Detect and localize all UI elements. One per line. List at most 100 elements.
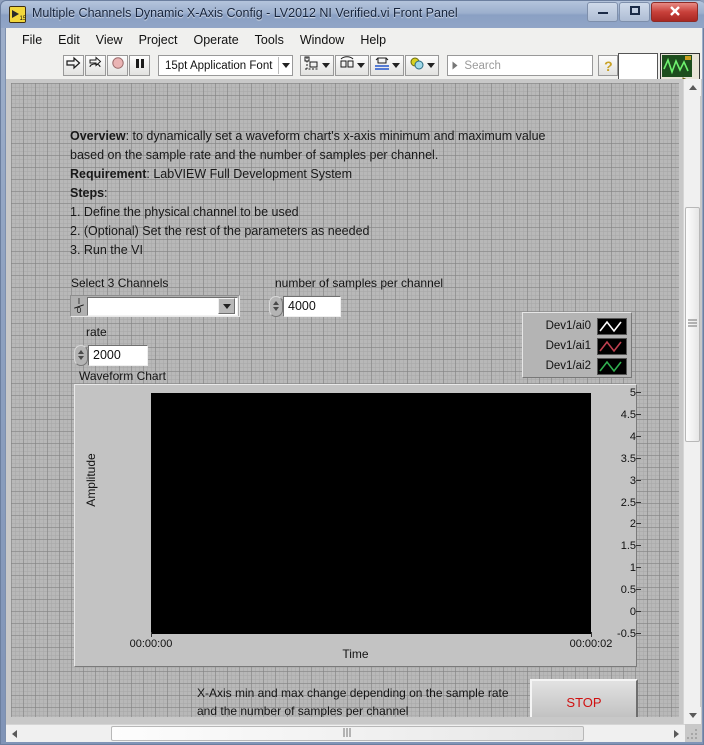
legend-plot-name: Dev1/ai0: [545, 320, 591, 332]
chevron-down-icon: [222, 303, 231, 309]
menu-item-operate[interactable]: Operate: [185, 30, 246, 50]
resize-objects-button[interactable]: [370, 55, 405, 76]
legend-plot-swatch[interactable]: [597, 317, 627, 335]
chevron-down-icon: [357, 63, 366, 68]
pause-icon: [134, 57, 146, 75]
font-selector[interactable]: 15pt Application Font: [158, 55, 294, 76]
horizontal-scrollbar-thumb[interactable]: [111, 726, 584, 741]
menu-item-tools[interactable]: Tools: [247, 30, 292, 50]
waveform-chart-label: Waveform Chart: [79, 369, 166, 383]
legend-plot-swatch[interactable]: [597, 337, 627, 355]
rate-label-text: rate: [86, 325, 107, 339]
context-help-button[interactable]: ?: [598, 55, 619, 76]
resize-grip[interactable]: [685, 727, 699, 741]
requirement-label: Requirement: [70, 167, 147, 181]
samples-input[interactable]: 4000: [283, 295, 341, 317]
close-icon: [668, 5, 682, 20]
y-tick-text: 4: [629, 430, 636, 443]
physical-channels-input[interactable]: [87, 296, 238, 316]
rate-control[interactable]: 2000: [74, 344, 148, 366]
y-tick-text: 2.5: [620, 496, 636, 509]
rate-input[interactable]: 2000: [88, 344, 148, 366]
footnote-text: X-Axis min and max change depending on t…: [197, 684, 509, 717]
scroll-up-arrow-icon: [688, 85, 697, 90]
overview-label: Overview: [70, 129, 126, 143]
samples-value: 4000: [288, 299, 316, 313]
close-button[interactable]: [651, 2, 698, 22]
horizontal-scrollbar[interactable]: [6, 724, 685, 742]
scroll-right-arrow-icon: [674, 729, 679, 738]
y-tick-mark: [636, 567, 641, 569]
maximize-button[interactable]: [619, 2, 650, 22]
stop-button[interactable]: STOP: [530, 679, 638, 717]
y-tick-text: 3: [629, 474, 636, 487]
front-panel[interactable]: Overview: to dynamically set a waveform …: [11, 83, 679, 717]
stop-button-label: STOP: [566, 694, 602, 710]
scroll-up-button[interactable]: [684, 79, 701, 96]
physical-channels-dropdown-button[interactable]: [218, 298, 235, 314]
stepper-down-icon[interactable]: [78, 356, 84, 360]
run-continuously-button[interactable]: [85, 55, 106, 76]
minimize-button[interactable]: [587, 2, 618, 22]
y-tick-mark: [636, 545, 641, 547]
legend-row[interactable]: Dev1/ai0: [527, 316, 627, 336]
reorder-objects-button[interactable]: [405, 55, 440, 76]
pause-button[interactable]: [129, 55, 150, 76]
menu-item-help[interactable]: Help: [352, 30, 394, 50]
search-input[interactable]: [459, 58, 621, 73]
scroll-left-arrow-icon: [12, 729, 17, 738]
resize-objects-icon: [374, 56, 390, 76]
svg-text:15: 15: [20, 16, 26, 22]
run-button[interactable]: [63, 55, 84, 76]
menu-item-file[interactable]: File: [14, 30, 50, 50]
legend-row[interactable]: Dev1/ai1: [527, 336, 627, 356]
search-scope-icon[interactable]: [452, 61, 458, 70]
legend-plot-swatch[interactable]: [597, 357, 627, 375]
y-tick-mark: [636, 611, 641, 613]
scroll-right-button[interactable]: [668, 725, 685, 742]
vertical-scrollbar-thumb[interactable]: [685, 207, 700, 442]
menu-item-edit[interactable]: Edit: [50, 30, 88, 50]
distribute-objects-button[interactable]: [335, 55, 370, 76]
scrollbar-grip-icon: [343, 728, 352, 739]
toolbar: 15pt Application Font Search ?: [6, 52, 702, 93]
x-tick-mark: [151, 632, 152, 637]
stepper-up-icon[interactable]: [273, 301, 279, 305]
abort-execution-button[interactable]: [107, 55, 128, 76]
menu-bar: File Edit View Project Operate Tools Win…: [6, 28, 702, 52]
search-box[interactable]: [447, 55, 636, 76]
waveform-chart[interactable]: Amplitude 5 4.5 4 3.5 3 2.5 2 1.5 1 0.5 0 -0.5 00:0…: [74, 384, 641, 667]
rate-stepper[interactable]: [74, 344, 88, 366]
y-tick-mark: [636, 589, 641, 591]
description-line-2: based on the sample rate and the number …: [70, 148, 439, 162]
physical-channels-control[interactable]: I 0: [70, 295, 240, 317]
plot-area[interactable]: [151, 393, 591, 634]
title-bar[interactable]: 15 Multiple Channels Dynamic X-Axis Conf…: [1, 1, 704, 28]
labview-vi-icon: 15: [9, 6, 26, 23]
menu-item-project[interactable]: Project: [131, 30, 186, 50]
align-objects-button[interactable]: [300, 55, 335, 76]
menu-item-window[interactable]: Window: [292, 30, 352, 50]
description-line-1: Overview: to dynamically set a waveform …: [70, 129, 546, 143]
distribute-objects-icon: [339, 55, 355, 76]
footnote-line-1: X-Axis min and max change depending on t…: [197, 686, 509, 700]
menu-item-view[interactable]: View: [88, 30, 131, 50]
plot-legend[interactable]: Dev1/ai0 Dev1/ai1 Dev1/ai2: [522, 312, 632, 378]
scrollbar-grip-icon: [688, 319, 697, 330]
io-glyph-icon: I 0: [71, 296, 87, 316]
stepper-down-icon[interactable]: [273, 307, 279, 311]
vertical-scrollbar[interactable]: [683, 79, 701, 724]
scroll-down-button[interactable]: [684, 707, 701, 724]
samples-stepper[interactable]: [269, 295, 283, 317]
samples-per-channel-control[interactable]: 4000: [269, 295, 341, 317]
y-tick-text: 3.5: [620, 452, 636, 465]
description-step-1: 1. Define the physical channel to be use…: [70, 205, 299, 219]
stepper-up-icon[interactable]: [78, 350, 84, 354]
samples-control-label: number of samples per channel: [275, 276, 444, 290]
y-tick-text: 4.5: [620, 408, 636, 421]
scroll-left-button[interactable]: [6, 725, 23, 742]
y-tick-text: 5: [629, 387, 636, 399]
legend-plot-name: Dev1/ai2: [545, 360, 591, 372]
y-tick-text: 1.5: [620, 540, 636, 553]
legend-row[interactable]: Dev1/ai2: [527, 356, 627, 376]
